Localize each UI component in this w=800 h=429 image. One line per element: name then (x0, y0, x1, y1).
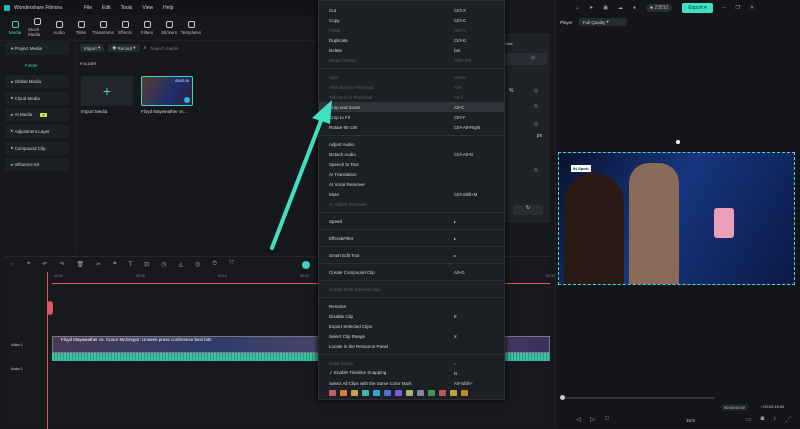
annotation-arrow (270, 100, 332, 250)
arrow-head (312, 100, 332, 124)
arrow-shaft (270, 116, 324, 250)
